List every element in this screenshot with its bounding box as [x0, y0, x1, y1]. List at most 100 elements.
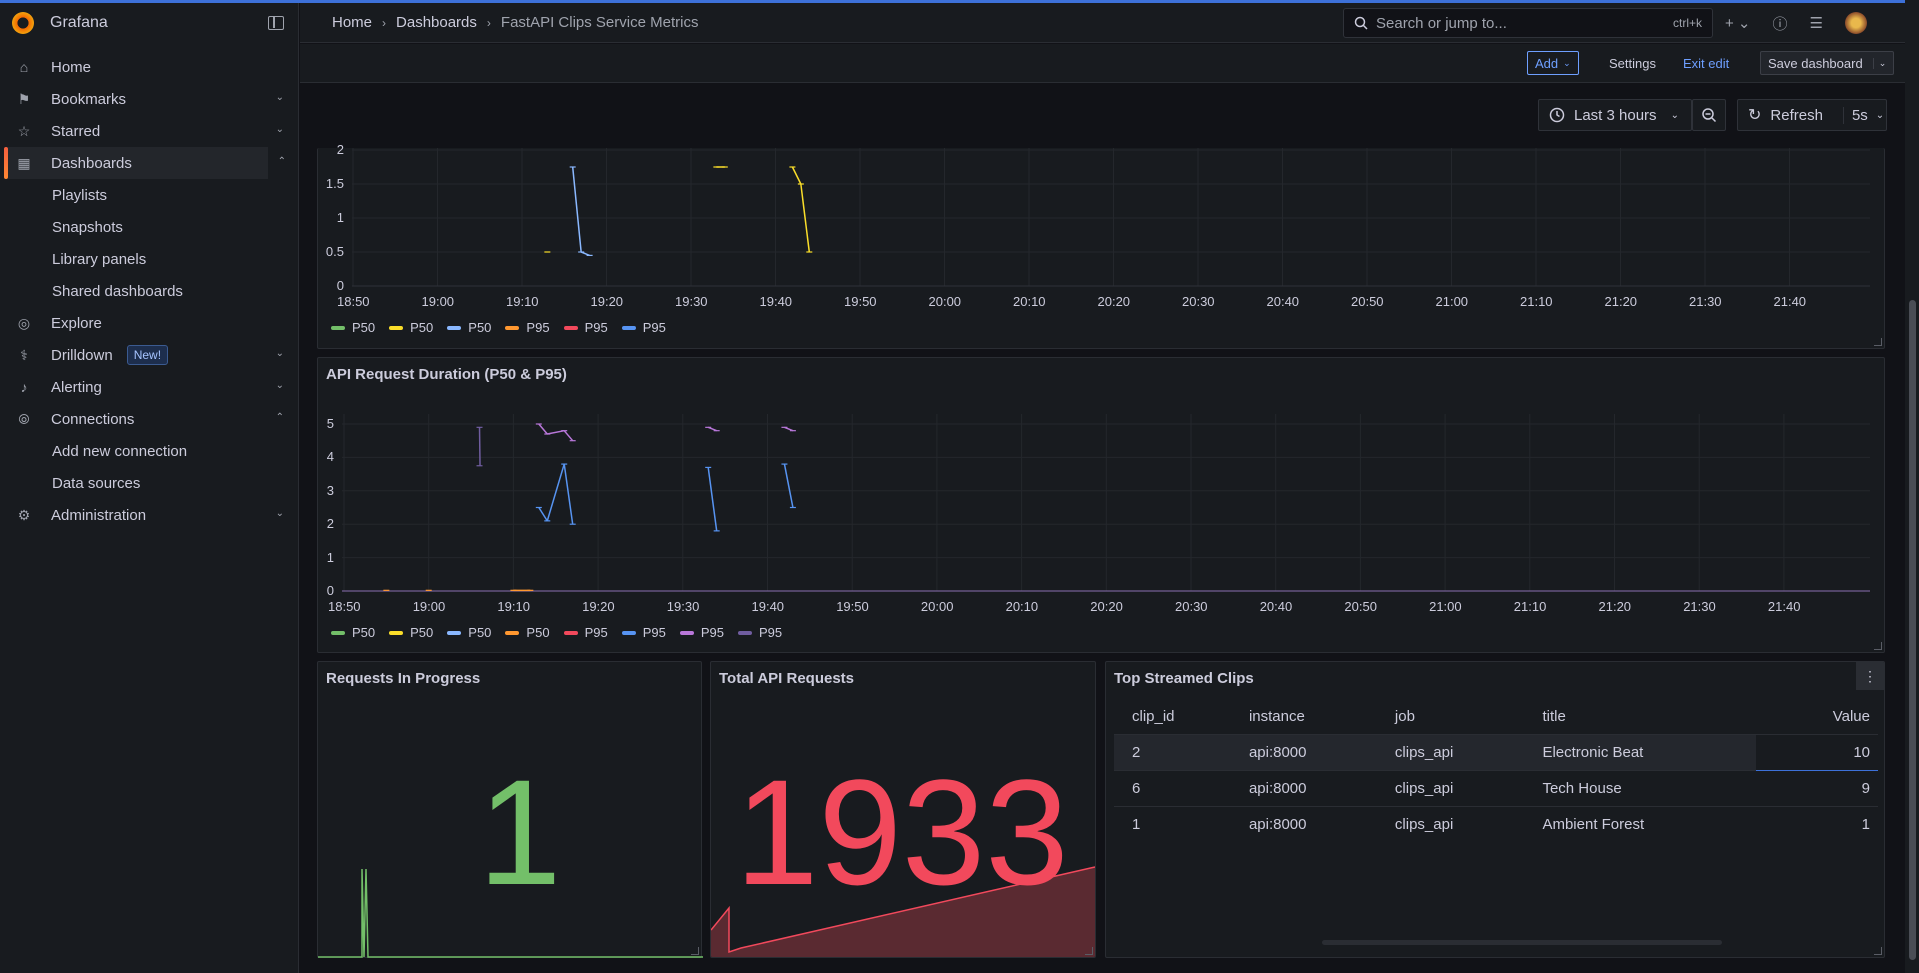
add-button[interactable]: Add ⌄ — [1527, 51, 1579, 75]
legend-label: P50 — [352, 625, 376, 640]
chevron-up-icon[interactable]: ⌃ — [278, 156, 286, 167]
legend-item[interactable]: P95 — [563, 625, 608, 640]
legend-swatch — [331, 630, 345, 635]
api-duration-panel[interactable]: API Request Duration (P50 & P95) 543210 … — [317, 357, 1885, 653]
chevron-down-icon[interactable]: ⌄ — [1876, 110, 1884, 121]
cell-clip-id: 2 — [1114, 733, 1231, 770]
dock-menu-icon[interactable] — [268, 16, 284, 30]
sidebar-subitem-data-sources[interactable]: Data sources — [0, 467, 298, 499]
sidebar-item-alerting[interactable]: ♪ Alerting ⌄ — [0, 371, 298, 403]
legend-item[interactable]: P50 — [447, 320, 491, 335]
cell-job: clips_api — [1376, 805, 1525, 842]
time-range-picker[interactable]: Last 3 hours ⌄ — [1538, 99, 1692, 131]
legend-item[interactable]: P95 — [621, 625, 666, 640]
exit-edit-button[interactable]: Exit edit — [1676, 51, 1736, 75]
sidebar-subitem-snapshots[interactable]: Snapshots — [0, 211, 298, 243]
table-row[interactable]: 2 api:8000 clips_api Electronic Beat 10 — [1114, 733, 1878, 771]
legend-item[interactable]: P95 — [505, 320, 550, 335]
column-header[interactable]: instance — [1231, 700, 1377, 734]
grafana-logo-icon[interactable] — [12, 12, 34, 34]
resize-handle[interactable] — [1874, 947, 1882, 955]
legend-item[interactable]: P95 — [737, 625, 782, 640]
chevron-down-icon: ⌄ — [1563, 57, 1571, 68]
sidebar-item-drilldown[interactable]: ⚕ Drilldown New! ⌄ — [0, 339, 298, 371]
settings-button[interactable]: Settings — [1602, 51, 1663, 75]
chevron-down-icon[interactable]: ⌄ — [1872, 57, 1886, 69]
legend-item[interactable]: P50 — [389, 320, 433, 335]
chevron-down-icon[interactable]: ⌄ — [276, 380, 284, 391]
legend-item[interactable]: P50 — [331, 625, 375, 640]
sidebar-item-label: Alerting — [51, 378, 102, 396]
total-api-requests-panel[interactable]: Total API Requests 1933 — [710, 661, 1096, 958]
top-timeseries-panel[interactable]: 2 1.5 1 0.5 0 18:50 19:00 19:10 19:20 19:30 19:40… — [317, 142, 1885, 349]
cell-value: 10 — [1755, 733, 1878, 771]
sidebar-subitem-shared-dashboards[interactable]: Shared dashboards — [0, 275, 298, 307]
legend-label: P50 — [526, 625, 550, 640]
sidebar-item-connections[interactable]: ⦾ Connections ⌃ — [0, 403, 298, 435]
sidebar-subitem-library-panels[interactable]: Library panels — [0, 243, 298, 275]
sidebar-item-administration[interactable]: ⚙ Administration ⌄ — [0, 499, 298, 531]
cell-title: Electronic Beat — [1524, 733, 1756, 770]
search-input[interactable]: Search or jump to... ctrl+k — [1343, 8, 1713, 38]
column-header[interactable]: title — [1524, 700, 1755, 734]
chevron-down-icon[interactable]: ⌄ — [276, 508, 284, 519]
resize-handle[interactable] — [1874, 642, 1882, 650]
save-dashboard-button[interactable]: Save dashboard ⌄ — [1760, 51, 1895, 75]
legend-item[interactable]: P95 — [621, 320, 666, 335]
page-scrollbar[interactable] — [1905, 0, 1919, 973]
cell-job: clips_api — [1376, 733, 1525, 770]
legend-item[interactable]: P50 — [389, 625, 433, 640]
sidebar-item-label: Administration — [51, 506, 147, 524]
legend-swatch — [505, 325, 520, 330]
legend-item[interactable]: P95 — [563, 320, 608, 335]
resize-handle[interactable] — [1874, 338, 1882, 346]
table-horizontal-scrollbar[interactable] — [1322, 940, 1722, 945]
cell-instance: api:8000 — [1230, 805, 1377, 842]
requests-in-progress-panel[interactable]: Requests In Progress 1 — [317, 661, 703, 958]
sidebar-item-bookmarks[interactable]: ⚑ Bookmarks ⌄ — [0, 83, 298, 115]
table-row[interactable]: 6 api:8000 clips_api Tech House 9 — [1114, 769, 1878, 806]
news-icon[interactable]: ☰ — [1810, 14, 1823, 32]
top-streamed-clips-panel[interactable]: Top Streamed Clips ⋮ clip_id instance jo… — [1105, 661, 1885, 958]
chevron-down-icon[interactable]: ⌄ — [276, 92, 284, 103]
series-line-p50 — [791, 166, 802, 185]
legend-item[interactable]: P50 — [447, 625, 491, 640]
series-line-p95 — [783, 463, 794, 508]
legend-label: P95 — [584, 320, 608, 335]
table-row[interactable]: 1 api:8000 clips_api Ambient Forest 1 — [1114, 805, 1878, 842]
refresh-picker[interactable]: ↻ Refresh 5s ⌄ — [1737, 99, 1887, 131]
column-header[interactable]: clip_id — [1114, 700, 1231, 734]
chevron-down-icon[interactable]: ⌄ — [276, 124, 284, 135]
help-icon[interactable]: ⓘ — [1773, 13, 1788, 34]
breadcrumb-dashboards[interactable]: Dashboards — [396, 14, 477, 31]
sidebar-item-starred[interactable]: ☆ Starred ⌄ — [0, 115, 298, 147]
chevron-up-icon[interactable]: ⌃ — [276, 412, 284, 423]
series-line-p95 — [478, 427, 481, 466]
apps-icon: ▦ — [17, 154, 31, 171]
sidebar-item-dashboards[interactable]: ▦ Dashboards ⌃ — [4, 147, 286, 179]
refresh-interval[interactable]: 5s — [1842, 106, 1868, 124]
legend-item[interactable]: P50 — [331, 320, 375, 335]
sidebar-item-home[interactable]: ⌂ Home — [0, 51, 298, 83]
column-header[interactable]: job — [1377, 700, 1525, 734]
avatar[interactable] — [1844, 12, 1867, 34]
resize-handle[interactable] — [691, 947, 699, 955]
column-header[interactable]: Value — [1756, 700, 1878, 734]
zoom-out-button[interactable] — [1692, 99, 1726, 131]
brand: Grafana — [0, 3, 298, 43]
refresh-button[interactable]: Refresh — [1770, 107, 1823, 124]
sidebar-subitem-playlists[interactable]: Playlists — [0, 179, 298, 211]
legend-item[interactable]: P50 — [505, 625, 550, 640]
legend-item[interactable]: P95 — [679, 625, 724, 640]
sidebar-subitem-add-new-connection[interactable]: Add new connection — [0, 435, 298, 467]
sidebar-nav: ⌂ Home ⚑ Bookmarks ⌄ ☆ Starred ⌄ ▦ Dashboards ⌃ Pla… — [0, 51, 298, 531]
breadcrumb-home[interactable]: Home — [332, 14, 372, 31]
cell-instance: api:8000 — [1230, 769, 1377, 806]
sidebar-item-explore[interactable]: ◎ Explore — [0, 307, 298, 339]
resize-handle[interactable] — [1085, 947, 1093, 955]
chevron-down-icon[interactable]: ⌄ — [276, 348, 284, 359]
new-plus-icon[interactable]: + ⌄ — [1725, 14, 1751, 32]
clock-icon — [1549, 107, 1565, 123]
panel-menu-icon[interactable]: ⋮ — [1856, 662, 1884, 690]
scrollbar-thumb[interactable] — [1909, 300, 1916, 960]
